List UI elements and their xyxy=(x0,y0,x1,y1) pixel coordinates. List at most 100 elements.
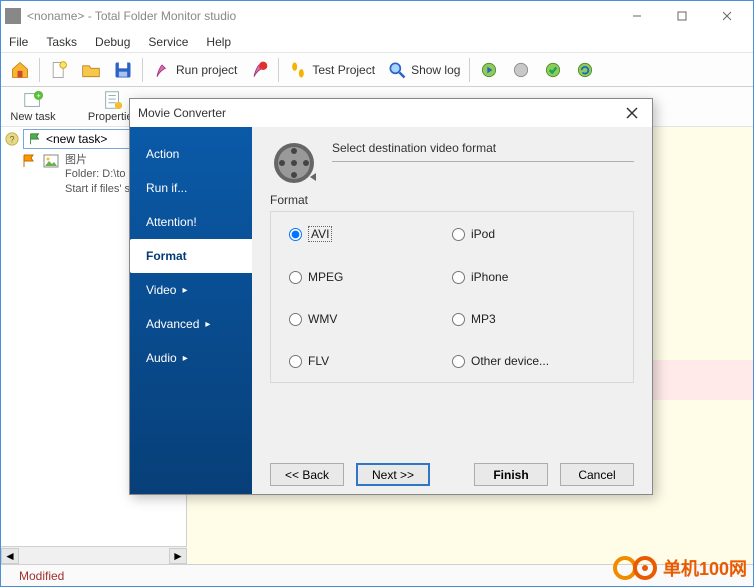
radio-input[interactable] xyxy=(289,271,302,284)
close-icon xyxy=(722,11,732,21)
new-button[interactable] xyxy=(44,56,74,84)
dialog-close-button[interactable] xyxy=(620,101,644,125)
stop-button[interactable] xyxy=(244,56,274,84)
film-reel-icon xyxy=(270,139,318,187)
save-button[interactable] xyxy=(108,56,138,84)
run-project-button[interactable]: Run project xyxy=(147,56,242,84)
radio-input[interactable] xyxy=(452,228,465,241)
gear-grey-icon xyxy=(511,60,531,80)
cancel-button[interactable]: Cancel xyxy=(560,463,634,486)
app-icon xyxy=(5,8,21,24)
sidebar-item-advanced[interactable]: Advanced▸ xyxy=(130,307,252,341)
properties-icon xyxy=(102,89,124,111)
radio-flv[interactable]: FLV xyxy=(289,354,452,368)
node-line1: Folder: D:\to xyxy=(65,167,130,181)
node-title: 图片 xyxy=(65,153,130,167)
radio-input[interactable] xyxy=(452,313,465,326)
close-icon xyxy=(626,107,638,119)
radio-label: AVI xyxy=(308,226,332,242)
gear4-button[interactable] xyxy=(570,56,600,84)
sidebar-item-attention[interactable]: Attention! xyxy=(130,205,252,239)
window-buttons xyxy=(614,2,749,30)
gear-refresh-icon xyxy=(575,60,595,80)
radio-ipod[interactable]: iPod xyxy=(452,226,615,242)
magnifier-icon xyxy=(387,60,407,80)
menu-file[interactable]: File xyxy=(9,35,28,49)
task-tab-label: <new task> xyxy=(46,132,107,146)
home-button[interactable] xyxy=(5,56,35,84)
radio-avi[interactable]: AVI xyxy=(289,226,452,242)
new-task-button[interactable]: + New task xyxy=(3,89,63,123)
radio-label: iPod xyxy=(471,227,495,241)
help-icon[interactable]: ? xyxy=(5,132,19,146)
dialog-title: Movie Converter xyxy=(138,106,226,120)
show-log-label: Show log xyxy=(411,63,460,77)
maximize-icon xyxy=(677,11,687,21)
radio-iphone[interactable]: iPhone xyxy=(452,270,615,284)
gear1-button[interactable] xyxy=(474,56,504,84)
menu-service[interactable]: Service xyxy=(148,35,188,49)
folder-open-icon xyxy=(81,60,101,80)
gear2-button[interactable] xyxy=(506,56,536,84)
radio-wmv[interactable]: WMV xyxy=(289,312,452,326)
watermark: 单机100网 xyxy=(613,554,747,582)
sidebar-item-label: Format xyxy=(146,249,187,263)
dialog-sidebar: Action Run if... Attention! Format Video… xyxy=(130,127,252,494)
new-file-icon xyxy=(49,60,69,80)
back-button[interactable]: << Back xyxy=(270,463,344,486)
dialog-main: Select destination video format Format A… xyxy=(252,127,652,494)
gear-play-icon xyxy=(479,60,499,80)
open-button[interactable] xyxy=(76,56,106,84)
menu-tasks[interactable]: Tasks xyxy=(46,35,77,49)
horizontal-scrollbar[interactable]: ◄ ► xyxy=(1,546,187,564)
chevron-right-icon: ▸ xyxy=(183,353,188,364)
flag-green-icon xyxy=(28,132,42,146)
new-task-icon: + xyxy=(22,89,44,111)
radio-label: MP3 xyxy=(471,312,496,326)
radio-mpeg[interactable]: MPEG xyxy=(289,270,452,284)
scroll-right-button[interactable]: ► xyxy=(169,548,187,564)
radio-input[interactable] xyxy=(289,313,302,326)
sidebar-item-format[interactable]: Format xyxy=(130,239,252,273)
minimize-icon xyxy=(632,11,642,21)
separator xyxy=(278,58,279,82)
radio-other[interactable]: Other device... xyxy=(452,354,615,368)
stop-run-icon xyxy=(249,60,269,80)
radio-input[interactable] xyxy=(452,355,465,368)
sidebar-item-label: Attention! xyxy=(146,215,197,229)
maximize-button[interactable] xyxy=(659,2,704,30)
menu-help[interactable]: Help xyxy=(206,35,231,49)
sidebar-item-video[interactable]: Video▸ xyxy=(130,273,252,307)
gear3-button[interactable] xyxy=(538,56,568,84)
radio-mp3[interactable]: MP3 xyxy=(452,312,615,326)
close-button[interactable] xyxy=(704,2,749,30)
run-icon xyxy=(152,60,172,80)
scroll-track[interactable] xyxy=(19,548,169,564)
radio-input[interactable] xyxy=(452,271,465,284)
movie-converter-dialog: Movie Converter Action Run if... Attenti… xyxy=(129,98,653,495)
chevron-right-icon: ▸ xyxy=(182,285,187,296)
radio-input[interactable] xyxy=(289,355,302,368)
sidebar-item-runif[interactable]: Run if... xyxy=(130,171,252,205)
next-button[interactable]: Next >> xyxy=(356,463,430,486)
sidebar-item-action[interactable]: Action xyxy=(130,137,252,171)
separator xyxy=(469,58,470,82)
svg-text:+: + xyxy=(36,91,40,100)
dialog-buttons: << Back Next >> Finish Cancel xyxy=(270,453,634,486)
minimize-button[interactable] xyxy=(614,2,659,30)
radio-input[interactable] xyxy=(289,228,302,241)
watermark-logo-icon xyxy=(613,554,657,582)
finish-button[interactable]: Finish xyxy=(474,463,548,486)
sidebar-item-audio[interactable]: Audio▸ xyxy=(130,341,252,375)
scroll-left-button[interactable]: ◄ xyxy=(1,548,19,564)
test-project-button[interactable]: Test Project xyxy=(283,56,380,84)
dialog-heading: Select destination video format xyxy=(332,139,634,155)
radio-label: FLV xyxy=(308,354,329,368)
show-log-button[interactable]: Show log xyxy=(382,56,465,84)
home-icon xyxy=(10,60,30,80)
menu-debug[interactable]: Debug xyxy=(95,35,130,49)
dialog-body: Action Run if... Attention! Format Video… xyxy=(130,127,652,494)
format-group-label: Format xyxy=(270,193,634,207)
sidebar-item-label: Advanced xyxy=(146,317,199,331)
separator xyxy=(39,58,40,82)
